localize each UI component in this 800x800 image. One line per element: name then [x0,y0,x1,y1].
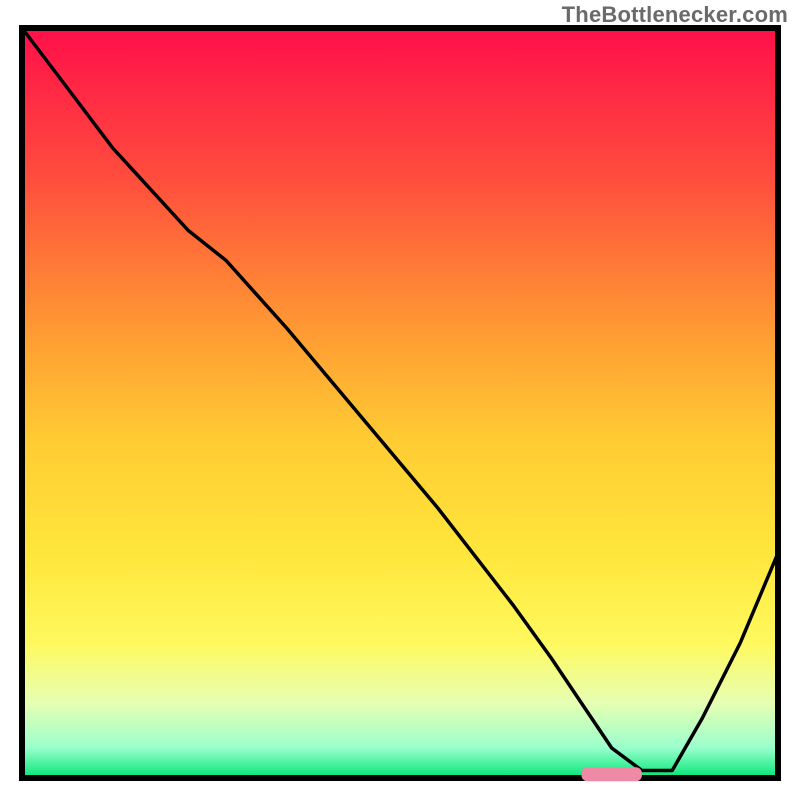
plot-background [22,28,778,778]
chart-root: TheBottlenecker.com [0,0,800,800]
watermark-text: TheBottlenecker.com [562,2,788,28]
bottleneck-chart [0,0,800,800]
optimal-marker [581,767,641,781]
